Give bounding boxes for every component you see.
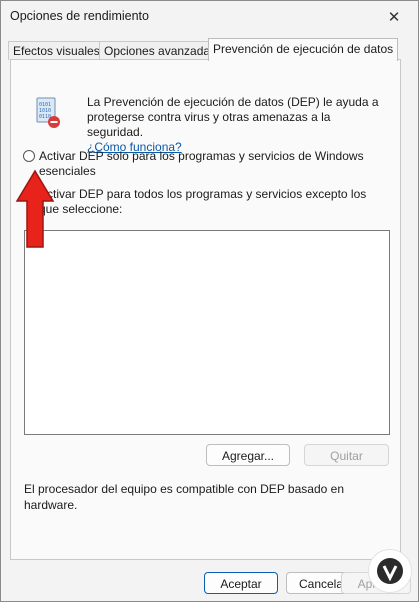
window-title: Opciones de rendimiento	[10, 9, 149, 23]
dep-description-text: La Prevención de ejecución de datos (DEP…	[87, 95, 379, 139]
watermark-logo	[368, 549, 412, 593]
ok-button[interactable]: Aceptar	[204, 572, 278, 594]
option-essential-only-label: Activar DEP solo para los programas y se…	[39, 149, 364, 178]
red-arrow-icon	[15, 169, 55, 248]
close-icon[interactable]: ✕	[380, 3, 408, 31]
tab-advanced-options[interactable]: Opciones avanzadas	[99, 41, 222, 60]
dep-description: La Prevención de ejecución de datos (DEP…	[87, 95, 387, 155]
performance-options-window: Opciones de rendimiento ✕ Efectos visual…	[0, 0, 419, 602]
tab-visual-effects[interactable]: Efectos visuales	[8, 41, 105, 60]
exceptions-listbox[interactable]	[24, 230, 390, 435]
option-all-except-selected-label: Activar DEP para todos los programas y s…	[39, 187, 367, 216]
radio-essential-only[interactable]	[23, 150, 35, 162]
title-bar[interactable]: Opciones de rendimiento ✕	[1, 1, 418, 35]
hardware-support-note: El procesador del equipo es compatible c…	[24, 482, 344, 512]
tab-dep[interactable]: Prevención de ejecución de datos	[208, 38, 399, 61]
remove-button[interactable]: Quitar	[304, 444, 389, 466]
dep-shield-icon: 0101 1010 0110	[36, 97, 60, 128]
logo-icon	[377, 558, 403, 584]
add-button[interactable]: Agregar...	[206, 444, 290, 466]
